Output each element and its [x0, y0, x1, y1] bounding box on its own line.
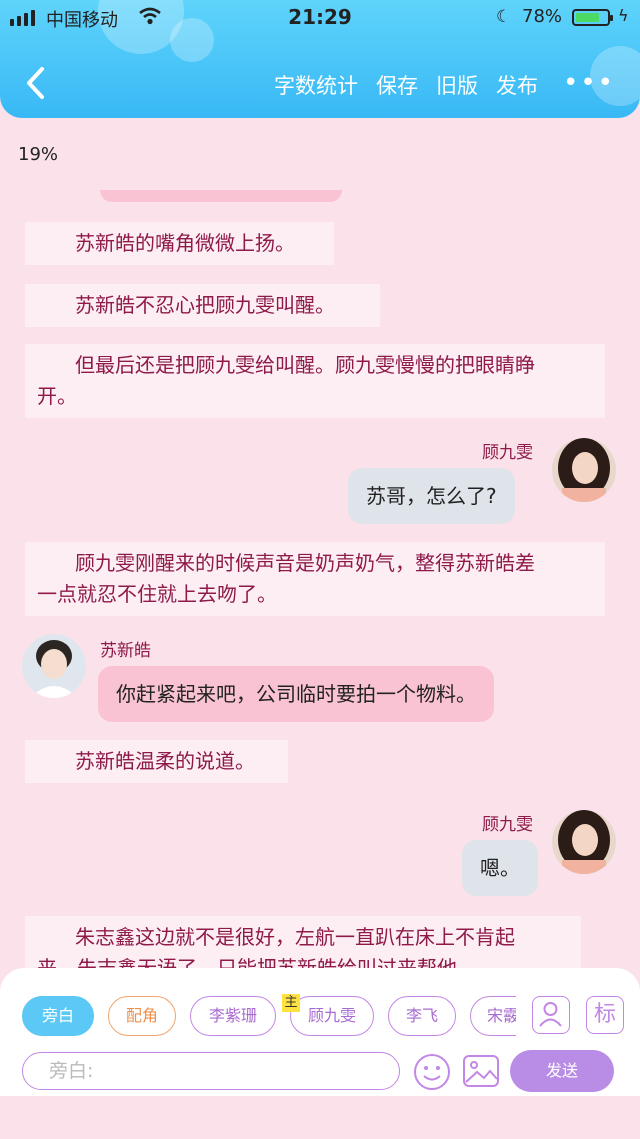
narration-block[interactable]: 苏新皓温柔的说道。 — [25, 740, 288, 783]
message-bubble[interactable]: 苏哥，怎么了? — [348, 468, 515, 524]
old-version-button[interactable]: 旧版 — [436, 70, 478, 100]
battery-icon — [572, 9, 613, 26]
narration-block[interactable]: 但最后还是把顾九雯给叫醒。顾九雯慢慢的把眼睛睁 开。 — [25, 344, 605, 418]
publish-button[interactable]: 发布 — [496, 70, 538, 100]
previous-bubble-edge — [100, 190, 342, 202]
speaker-name: 顾九雯 — [482, 443, 533, 463]
charging-icon: ϟ — [618, 6, 629, 25]
role-chip-song[interactable]: 宋霰 — [470, 996, 516, 1036]
word-count-button[interactable]: 字数统计 — [274, 70, 358, 100]
message-bubble[interactable]: 你赶紧起来吧，公司临时要拍一个物料。 — [98, 666, 494, 722]
speaker-name: 顾九雯 — [482, 815, 533, 835]
image-icon[interactable] — [462, 1052, 500, 1090]
role-chip-li-fei[interactable]: 李飞 — [388, 996, 456, 1036]
composer-input[interactable]: 旁白: — [22, 1052, 400, 1090]
story-content[interactable]: 苏新皓的嘴角微微上扬。 苏新皓不忍心把顾九雯叫醒。 但最后还是把顾九雯给叫醒。顾… — [0, 118, 640, 978]
role-chip-narration[interactable]: 旁白 — [22, 996, 94, 1036]
avatar-gujiuwen[interactable] — [552, 810, 616, 874]
narration-text: 苏新皓温柔的说道。 — [75, 749, 255, 773]
back-icon[interactable] — [22, 66, 52, 100]
avatar-gujiuwen[interactable] — [552, 438, 616, 502]
role-chip-li-zishan[interactable]: 李紫珊 — [190, 996, 276, 1036]
status-bar: 中国移动 21:29 ☾ 78% ϟ — [0, 0, 640, 40]
narration-block[interactable]: 苏新皓的嘴角微微上扬。 — [25, 222, 334, 265]
message-bubble[interactable]: 嗯。 — [462, 840, 538, 896]
more-icon[interactable]: ••• — [563, 68, 615, 98]
battery-percent: 78% — [522, 6, 563, 27]
bottom-safe-area — [0, 1096, 640, 1139]
role-chip-gu-jiuwen[interactable]: 顾九雯 — [290, 996, 374, 1036]
role-chip-supporting[interactable]: 配角 — [108, 996, 176, 1036]
narration-block[interactable]: 顾九雯刚醒来的时候声音是奶声奶气，整得苏新皓差 一点就忍不住就上去吻了。 — [25, 542, 605, 616]
emoji-icon[interactable] — [412, 1052, 452, 1092]
main-role-badge: 主 — [282, 994, 300, 1012]
narration-block[interactable]: 苏新皓不忍心把顾九雯叫醒。 — [25, 284, 380, 327]
narration-text: 一点就忍不住就上去吻了。 — [37, 582, 277, 606]
battery-level — [576, 13, 600, 22]
role-chip-clip: 宋霰 — [470, 996, 516, 1036]
narration-text: 苏新皓的嘴角微微上扬。 — [75, 231, 295, 255]
avatar-suxinhao[interactable] — [22, 634, 86, 698]
narration-text: 顾九雯刚醒来的时候声音是奶声奶气，整得苏新皓差 — [75, 551, 535, 575]
narration-text: 开。 — [37, 384, 77, 408]
add-role-icon[interactable] — [532, 996, 570, 1034]
tag-button[interactable]: 标 — [586, 996, 624, 1034]
narration-text: 朱志鑫这边就不是很好，左航一直趴在床上不肯起 — [75, 925, 515, 949]
do-not-disturb-icon: ☾ — [496, 7, 512, 27]
narration-text: 但最后还是把顾九雯给叫醒。顾九雯慢慢的把眼睛睁 — [75, 353, 535, 377]
send-button[interactable]: 发送 — [510, 1050, 614, 1092]
speaker-name: 苏新皓 — [100, 641, 151, 661]
composer-panel: 旁白 配角 李紫珊 顾九雯 主 李飞 宋霰 标 旁白: 发送 — [0, 968, 640, 1096]
narration-text: 苏新皓不忍心把顾九雯叫醒。 — [75, 293, 335, 317]
save-button[interactable]: 保存 — [376, 70, 418, 100]
